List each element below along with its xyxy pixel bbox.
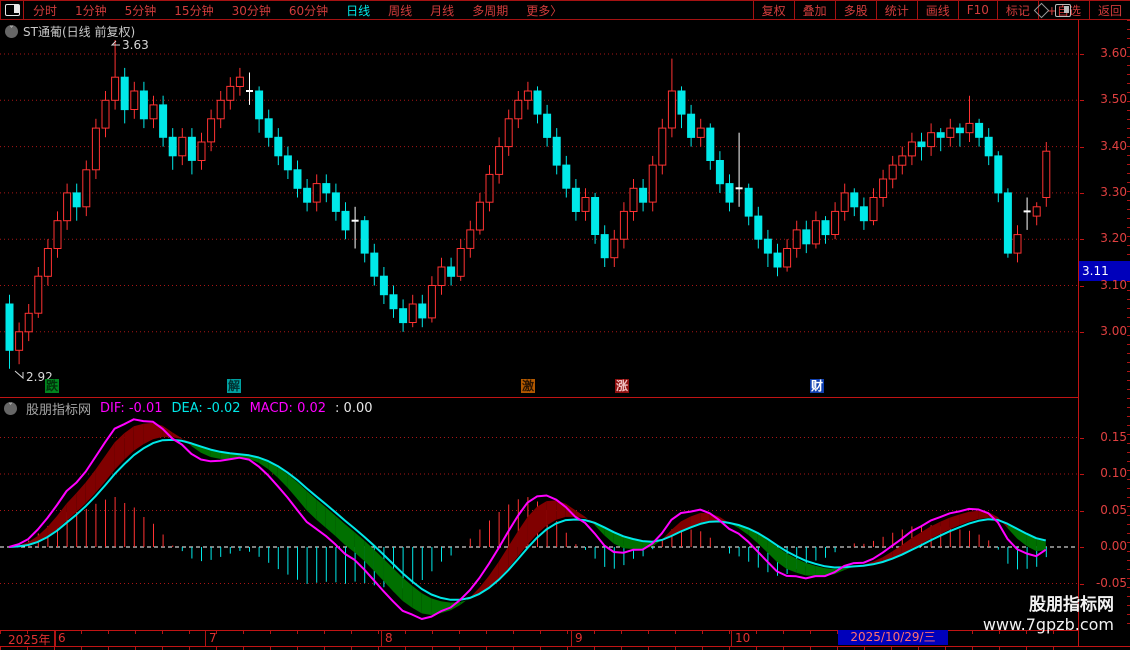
period-tab-日线[interactable]: 日线	[337, 2, 379, 19]
right-axis-column[interactable]: 3.11 3.603.503.403.303.203.103.000.150.1…	[1078, 20, 1130, 646]
period-tab-30分钟[interactable]: 30分钟	[223, 2, 280, 19]
stock-app-window: 分时1分钟5分钟15分钟30分钟60分钟日线周线月线多周期更多〉 复权叠加多股统…	[0, 0, 1130, 650]
tool-button-多股[interactable]: 多股	[835, 1, 876, 19]
axis-tick	[1080, 54, 1084, 55]
candlestick-chart[interactable]	[0, 20, 1078, 397]
price-label-3.40: 3.40	[1079, 139, 1127, 153]
month-label-6: 6	[58, 631, 66, 645]
layout-toggle-button[interactable]	[0, 1, 24, 19]
axis-tick	[1080, 547, 1084, 548]
price-label-3.30: 3.30	[1079, 185, 1127, 199]
month-separator	[731, 630, 732, 646]
month-label-10: 10	[735, 631, 750, 645]
date-axis-bottom-line	[0, 646, 1130, 647]
watermark-name: 股朋指标网	[983, 595, 1114, 615]
month-separator	[205, 630, 206, 646]
split-window-icon	[5, 4, 20, 16]
period-tab-分时[interactable]: 分时	[24, 2, 66, 19]
axis-tick	[1080, 147, 1084, 148]
period-tab-1分钟[interactable]: 1分钟	[66, 2, 116, 19]
pane-divider-line	[0, 397, 1130, 398]
month-separator	[571, 630, 572, 646]
watermark-url: www.7gpzb.com	[983, 615, 1114, 634]
indicator-collapse-icon[interactable]: ˇ	[4, 402, 17, 415]
tool-button-叠加[interactable]: 叠加	[794, 1, 835, 19]
tool-button-标记[interactable]: 标记	[997, 1, 1038, 19]
axis-tick	[1080, 332, 1084, 333]
tool-button-返回[interactable]: 返回	[1089, 1, 1130, 19]
price-label-3.50: 3.50	[1079, 92, 1127, 106]
period-tab-15分钟[interactable]: 15分钟	[165, 2, 222, 19]
indicator-header: ˇ 股朋指标网 DIF: -0.01 DEA: -0.02 MACD: 0.02…	[4, 399, 373, 418]
axis-tick	[1080, 474, 1084, 475]
axis-tick	[1080, 438, 1084, 439]
axis-tick	[1080, 193, 1084, 194]
signal-marker-解: 解	[227, 379, 241, 393]
price-label-3.00: 3.00	[1079, 324, 1127, 338]
diamond-icon[interactable]	[1034, 3, 1050, 19]
selected-date-badge: 2025/10/29/三	[838, 630, 948, 645]
signal-marker-跌: 跌	[45, 379, 59, 393]
collapse-chevron-icon[interactable]: ˇ	[5, 25, 18, 38]
axis-tick	[1080, 511, 1084, 512]
price-label-3.20: 3.20	[1079, 231, 1127, 245]
tool-button-统计[interactable]: 统计	[876, 1, 917, 19]
indicator-name: 股朋指标网	[26, 399, 91, 418]
dif-readout: DIF: -0.01	[100, 401, 162, 416]
period-toolbar: 分时1分钟5分钟15分钟30分钟60分钟日线周线月线多周期更多〉 复权叠加多股统…	[0, 0, 1130, 20]
tool-button-复权[interactable]: 复权	[753, 1, 794, 19]
axis-tick	[1080, 239, 1084, 240]
axis-tick	[1080, 100, 1084, 101]
period-tab-多周期[interactable]: 多周期	[463, 2, 517, 19]
macd-label--0.05: -0.05	[1079, 576, 1127, 590]
macd-chart[interactable]	[0, 398, 1078, 630]
tool-button-F10[interactable]: F10	[958, 1, 997, 19]
extra-readout: : 0.00	[335, 401, 372, 416]
macd-label-0.00: 0.00	[1079, 539, 1127, 553]
date-axis-top-line	[0, 630, 1130, 631]
tool-button-group: 复权叠加多股统计画线F10标记+自选返回	[753, 1, 1130, 19]
month-label-8: 8	[385, 631, 393, 645]
month-label-7: 7	[209, 631, 217, 645]
price-label-3.60: 3.60	[1079, 46, 1127, 60]
macd-label-0.05: 0.05	[1079, 503, 1127, 517]
pane-split-icon[interactable]	[1055, 4, 1071, 17]
signal-marker-涨: 涨	[615, 379, 629, 393]
price-label-3.10: 3.10	[1079, 278, 1127, 292]
period-tab-更多〉[interactable]: 更多〉	[517, 2, 571, 19]
month-label-9: 9	[575, 631, 583, 645]
period-tab-group: 分时1分钟5分钟15分钟30分钟60分钟日线周线月线多周期更多〉	[24, 1, 571, 19]
month-separator	[54, 630, 55, 646]
macd-readout: MACD: 0.02	[250, 401, 326, 416]
macd-label-0.10: 0.10	[1079, 466, 1127, 480]
site-watermark: 股朋指标网 www.7gpzb.com	[983, 595, 1114, 635]
title-corner-icons	[1036, 4, 1071, 17]
high-price-annotation: 3.63	[122, 38, 149, 52]
period-tab-5分钟[interactable]: 5分钟	[116, 2, 166, 19]
tool-button-画线[interactable]: 画线	[917, 1, 958, 19]
period-tab-60分钟[interactable]: 60分钟	[280, 2, 337, 19]
macd-indicator-pane[interactable]: ˇ 股朋指标网 DIF: -0.01 DEA: -0.02 MACD: 0.02…	[0, 398, 1078, 630]
macd-label-0.15: 0.15	[1079, 430, 1127, 444]
date-axis[interactable]: 2025年 678910 2025/10/29/三	[0, 630, 1130, 646]
chart-title: ST通葡(日线 前复权)	[23, 23, 135, 40]
month-separator	[381, 630, 382, 646]
period-tab-月线[interactable]: 月线	[421, 2, 463, 19]
year-separator	[55, 630, 56, 646]
candlestick-pane[interactable]: ˇ ST通葡(日线 前复权) 3.63 2.92 跌解激涨财	[0, 20, 1078, 397]
signal-marker-财: 财	[810, 379, 824, 393]
period-tab-周线[interactable]: 周线	[379, 2, 421, 19]
axis-tick	[1080, 584, 1084, 585]
signal-marker-激: 激	[521, 379, 535, 393]
chart-title-bar: ˇ ST通葡(日线 前复权)	[5, 23, 135, 40]
axis-tick	[1080, 286, 1084, 287]
dea-readout: DEA: -0.02	[172, 401, 241, 416]
